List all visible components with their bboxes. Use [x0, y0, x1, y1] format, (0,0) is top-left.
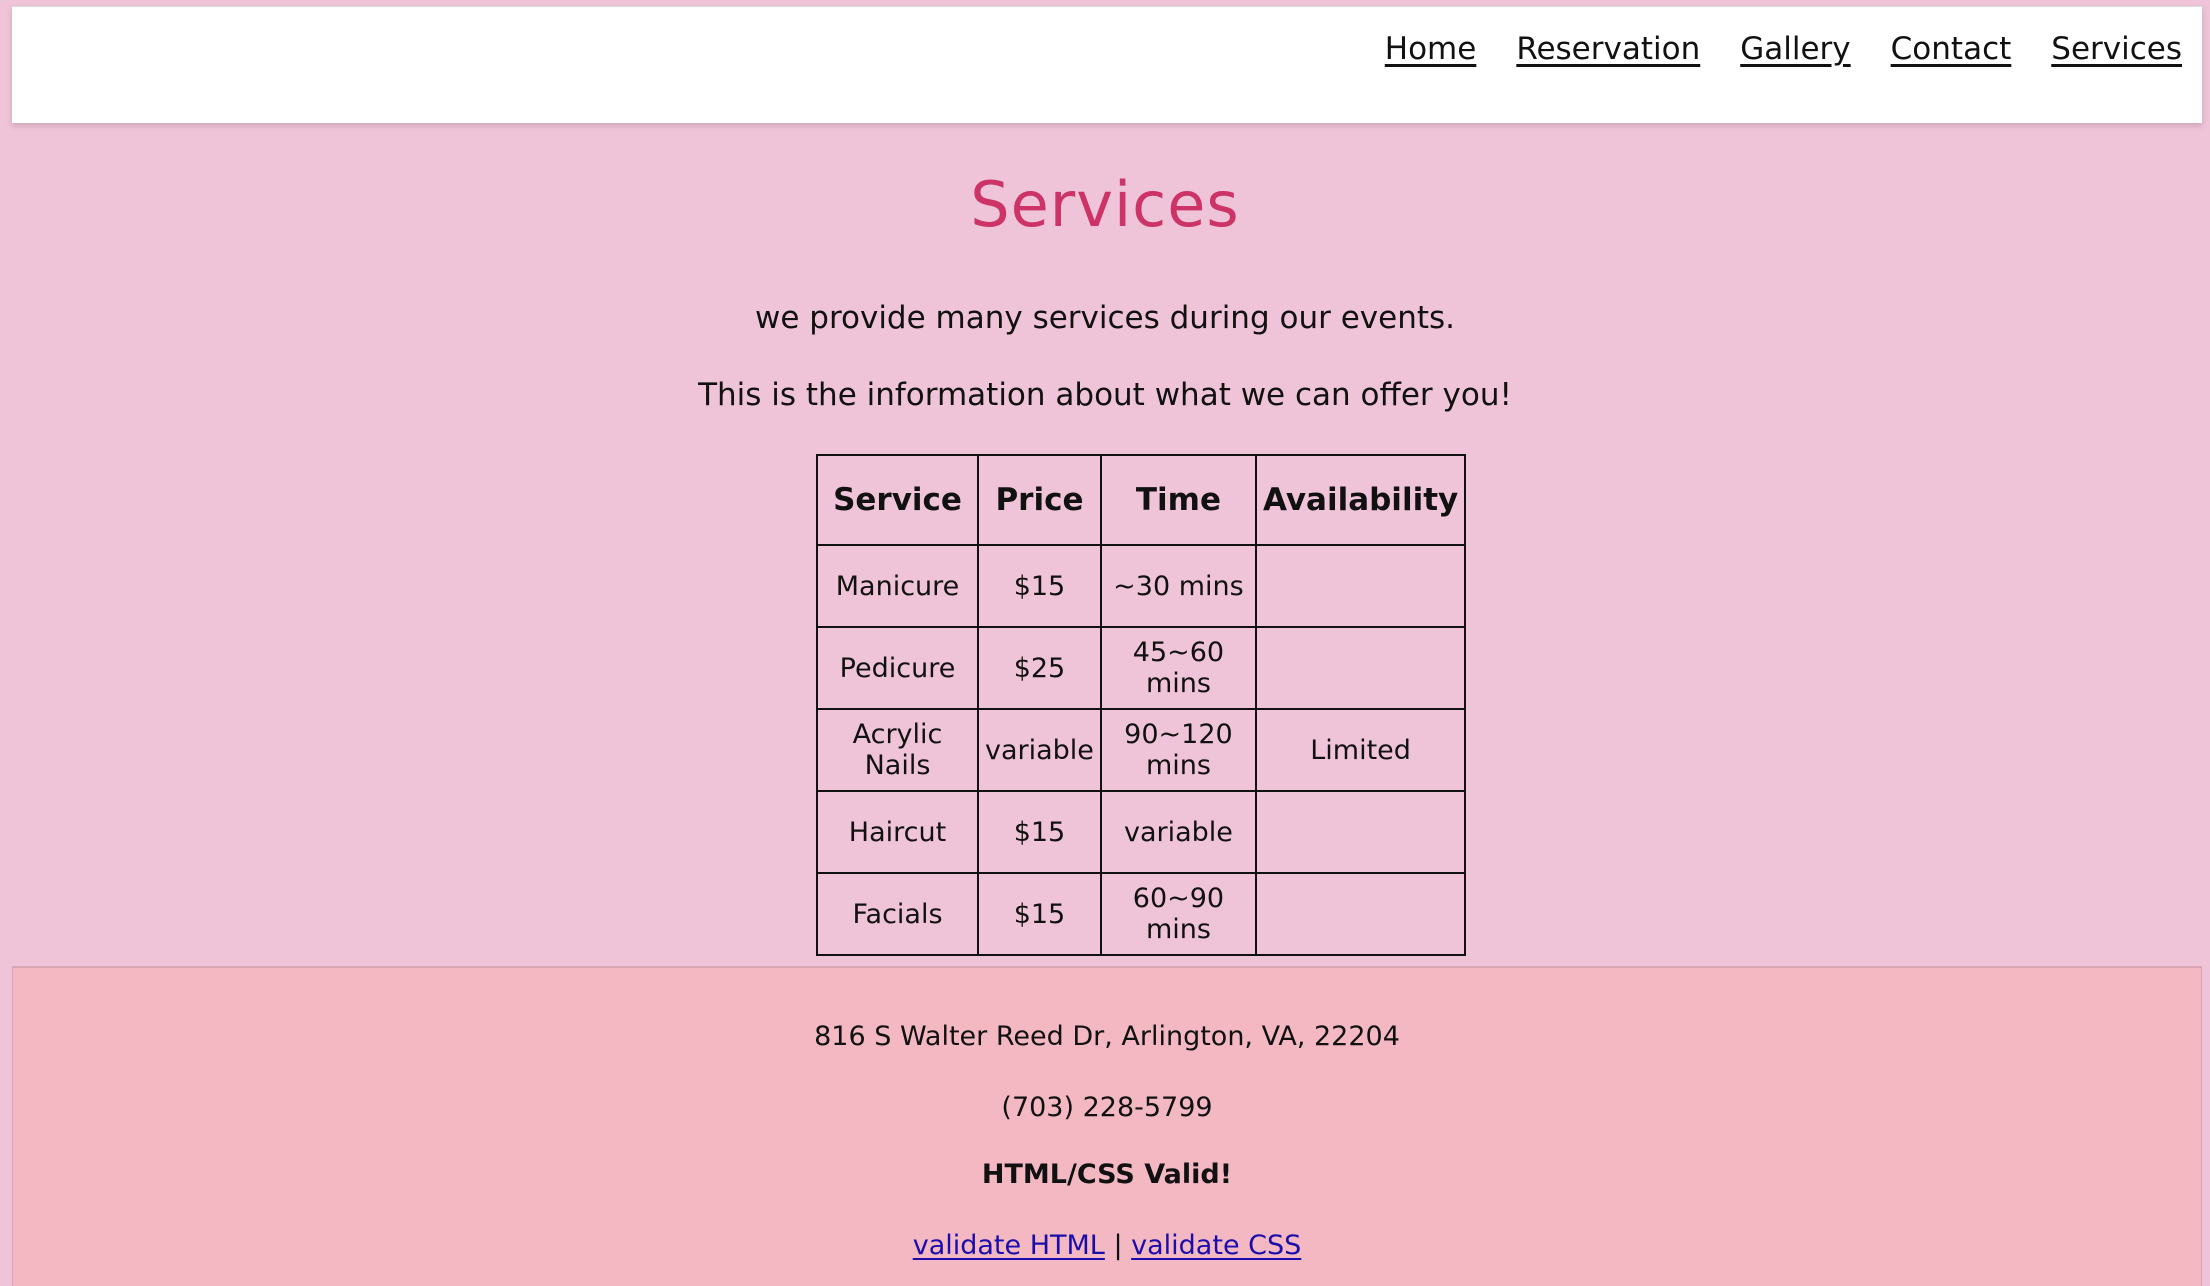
- cell-availability: [1254, 544, 1467, 628]
- header-bar: Home Reservation Gallery Contact Service…: [12, 6, 2202, 123]
- cell-time: 45~60 mins: [1099, 626, 1257, 710]
- table-row: Manicure $15 ~30 mins: [816, 544, 1467, 628]
- link-separator: |: [1113, 1230, 1123, 1261]
- intro-text-2: This is the information about what we ca…: [698, 377, 1512, 413]
- table-header-row: Service Price Time Availability: [816, 454, 1467, 546]
- page-title: Services: [970, 168, 1240, 241]
- table-row: Acrylic Nails variable 90~120 mins Limit…: [816, 708, 1467, 792]
- header-time: Time: [1099, 454, 1257, 546]
- cell-service: Facials: [816, 872, 979, 956]
- cell-service: Manicure: [816, 544, 979, 628]
- cell-availability: [1254, 790, 1467, 874]
- cell-time: 60~90 mins: [1099, 872, 1257, 956]
- cell-price: $15: [977, 790, 1102, 874]
- nav-contact-link[interactable]: Contact: [1891, 31, 2012, 67]
- validate-html-link[interactable]: validate HTML: [913, 1230, 1105, 1261]
- cell-price: $15: [977, 872, 1102, 956]
- intro-text-1: we provide many services during our even…: [754, 300, 1455, 336]
- nav-reservation-link[interactable]: Reservation: [1516, 31, 1700, 67]
- cell-price: $15: [977, 544, 1102, 628]
- nav-home-link[interactable]: Home: [1385, 31, 1477, 67]
- header-service: Service: [816, 454, 979, 546]
- cell-availability: [1254, 626, 1467, 710]
- cell-service: Haircut: [816, 790, 979, 874]
- table-row: Haircut $15 variable: [816, 790, 1467, 874]
- footer: 816 S Walter Reed Dr, Arlington, VA, 222…: [12, 966, 2202, 1286]
- validate-css-link[interactable]: validate CSS: [1131, 1230, 1301, 1261]
- nav-services-link[interactable]: Services: [2051, 31, 2182, 67]
- footer-phone: (703) 228-5799: [1001, 1092, 1213, 1123]
- cell-service: Acrylic Nails: [816, 708, 979, 792]
- main-nav: Home Reservation Gallery Contact Service…: [1385, 31, 2182, 67]
- cell-time: ~30 mins: [1099, 544, 1257, 628]
- cell-availability: [1254, 872, 1467, 956]
- cell-availability: Limited: [1254, 708, 1467, 792]
- services-table: Service Price Time Availability Manicure…: [816, 454, 1467, 956]
- cell-price: $25: [977, 626, 1102, 710]
- cell-time: variable: [1099, 790, 1257, 874]
- header-price: Price: [977, 454, 1102, 546]
- nav-gallery-link[interactable]: Gallery: [1740, 31, 1850, 67]
- table-row: Facials $15 60~90 mins: [816, 872, 1467, 956]
- header-availability: Availability: [1254, 454, 1467, 546]
- footer-validation-links: validate HTML | validate CSS: [13, 1230, 2201, 1261]
- table-row: Pedicure $25 45~60 mins: [816, 626, 1467, 710]
- cell-time: 90~120 mins: [1099, 708, 1257, 792]
- footer-valid-text: HTML/CSS Valid!: [981, 1159, 1233, 1190]
- page: Home Reservation Gallery Contact Service…: [0, 0, 2210, 1286]
- footer-address: 816 S Walter Reed Dr, Arlington, VA, 222…: [814, 1021, 1400, 1052]
- cell-price: variable: [977, 708, 1102, 792]
- cell-service: Pedicure: [816, 626, 979, 710]
